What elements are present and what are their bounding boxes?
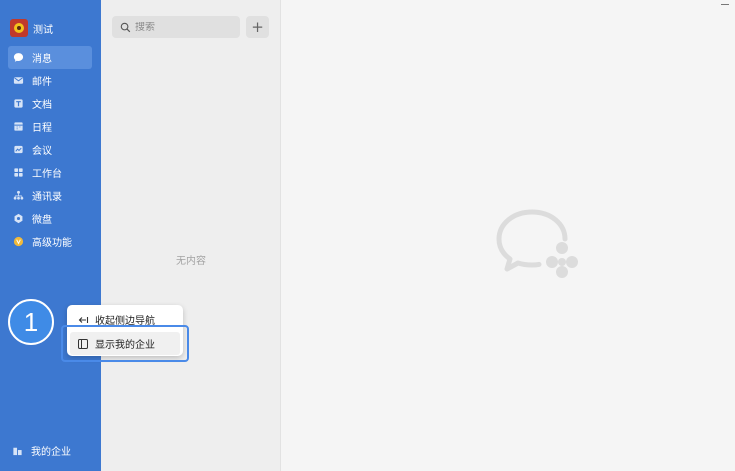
sidebar-item-messages[interactable]: 消息 <box>8 46 92 69</box>
user-profile[interactable]: 测试 <box>10 18 53 38</box>
empty-list-text: 无内容 <box>176 256 206 267</box>
sidebar-item-drive[interactable]: 微盘 <box>8 207 92 230</box>
advanced-icon <box>13 236 24 247</box>
plus-icon: + <box>251 17 264 36</box>
enterprise-icon <box>12 445 23 456</box>
search-box[interactable] <box>112 16 240 38</box>
sidebar-item-my-enterprise[interactable]: 我的企业 <box>12 441 71 459</box>
sidebar-nav: 消息 邮件 文档 日程 会议 工作台 通讯录 微盘 高级功能 <box>8 46 92 253</box>
main-content <box>282 0 735 471</box>
search-input[interactable] <box>135 21 235 33</box>
contacts-icon <box>13 190 24 201</box>
sidebar-item-label: 我的企业 <box>31 446 71 458</box>
collapse-icon <box>77 314 89 326</box>
app-window: 测试 消息 邮件 文档 日程 会议 工作台 通讯录 微盘 高级功能 我的企业 搜… <box>0 0 735 471</box>
sidebar-item-label: 文档 <box>32 100 52 111</box>
search-icon <box>120 22 131 32</box>
document-icon <box>13 98 24 109</box>
meeting-icon <box>13 144 24 155</box>
avatar[interactable] <box>10 19 28 37</box>
chat-icon <box>13 52 24 63</box>
sidebar-item-workbench[interactable]: 工作台 <box>8 161 92 184</box>
sidebar-item-label: 工作台 <box>32 169 62 180</box>
add-button[interactable]: + <box>246 16 269 38</box>
step-badge: 1 <box>8 299 54 345</box>
drive-icon <box>13 213 24 224</box>
sidebar-item-label: 会议 <box>32 146 52 157</box>
user-name: 测试 <box>33 24 53 36</box>
sidebar-item-label: 日程 <box>32 123 52 134</box>
sidebar-item-contacts[interactable]: 通讯录 <box>8 184 92 207</box>
wecom-watermark-icon <box>496 209 578 278</box>
sidebar-item-mail[interactable]: 邮件 <box>8 69 92 92</box>
sidebar-item-label: 高级功能 <box>32 238 72 249</box>
window-minimize-icon[interactable] <box>721 4 729 5</box>
workbench-icon <box>13 167 24 178</box>
calendar-icon <box>13 121 24 132</box>
highlight-frame <box>61 325 189 362</box>
sidebar-item-label: 微盘 <box>32 215 52 226</box>
sidebar-item-label: 消息 <box>32 54 52 65</box>
sidebar: 测试 消息 邮件 文档 日程 会议 工作台 通讯录 微盘 高级功能 我的企业 <box>0 0 101 471</box>
sidebar-item-advanced[interactable]: 高级功能 <box>8 230 92 253</box>
sidebar-item-docs[interactable]: 文档 <box>8 92 92 115</box>
conversation-list-panel: + 无内容 <box>101 0 281 471</box>
sidebar-item-meeting[interactable]: 会议 <box>8 138 92 161</box>
sidebar-item-label: 邮件 <box>32 77 52 88</box>
sidebar-item-label: 通讯录 <box>32 192 62 203</box>
mail-icon <box>13 75 24 86</box>
sidebar-item-calendar[interactable]: 日程 <box>8 115 92 138</box>
